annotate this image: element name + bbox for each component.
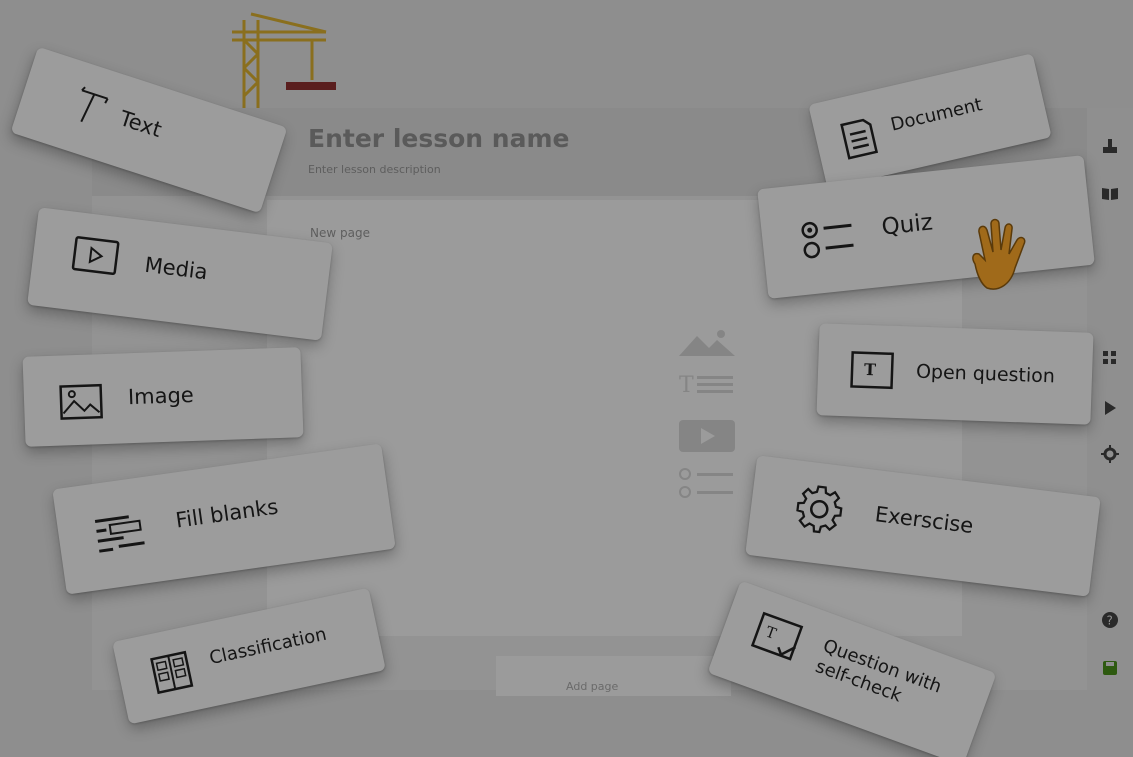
gear-icon xyxy=(796,485,843,534)
document-card-label: Document xyxy=(888,94,985,136)
add-page-label: Add page xyxy=(566,680,619,693)
page-title[interactable]: New page xyxy=(310,226,370,240)
media-card-label: Media xyxy=(143,252,209,285)
exercise-card-label: Exerscise xyxy=(873,502,975,539)
fill-blanks-icon xyxy=(94,515,145,553)
text-icon xyxy=(80,86,109,123)
svg-text:T: T xyxy=(763,623,779,643)
open-question-icon: T xyxy=(850,351,894,390)
gear-icon[interactable] xyxy=(1100,444,1120,464)
open-question-card-label: Open question xyxy=(915,360,1056,388)
waving-hand-icon xyxy=(972,218,1026,290)
image-block-card[interactable]: Image xyxy=(22,347,304,447)
image-icon xyxy=(59,383,103,420)
video-icon xyxy=(71,236,120,276)
mountain-placeholder-icon xyxy=(679,330,735,356)
book-icon[interactable] xyxy=(1100,184,1120,204)
help-icon[interactable]: ? xyxy=(1100,610,1120,630)
upload-icon[interactable] xyxy=(1100,136,1120,156)
save-icon[interactable] xyxy=(1100,658,1120,678)
video-placeholder-icon xyxy=(679,420,735,452)
lesson-description-input[interactable]: Enter lesson description xyxy=(308,163,441,176)
self-check-icon: T xyxy=(750,611,804,661)
document-icon xyxy=(840,118,879,160)
right-toolbar: ? xyxy=(1087,108,1133,690)
text-placeholder-icon: T xyxy=(679,373,733,398)
play-icon[interactable] xyxy=(1100,398,1120,418)
svg-text:?: ? xyxy=(1107,614,1113,628)
add-page-button[interactable]: Add page xyxy=(496,656,731,696)
quiz-icon xyxy=(801,221,854,259)
lesson-title-input[interactable]: Enter lesson name xyxy=(308,124,569,153)
svg-text:T: T xyxy=(864,360,877,379)
quiz-placeholder-icon xyxy=(679,468,733,498)
grid-icon[interactable] xyxy=(1100,348,1120,368)
crane-icon xyxy=(232,12,336,108)
quiz-card-label: Quiz xyxy=(880,209,935,241)
open-question-block-card[interactable]: T Open question xyxy=(816,323,1094,425)
image-card-label: Image xyxy=(127,382,195,410)
fill-blanks-card-label: Fill blanks xyxy=(174,494,280,533)
text-card-label: Text xyxy=(116,106,165,143)
classification-icon xyxy=(150,650,194,695)
classification-card-label: Classification xyxy=(207,623,329,669)
overlay-stage: Enter lesson name Enter lesson descripti… xyxy=(0,0,1133,757)
svg-text:T: T xyxy=(679,373,694,398)
